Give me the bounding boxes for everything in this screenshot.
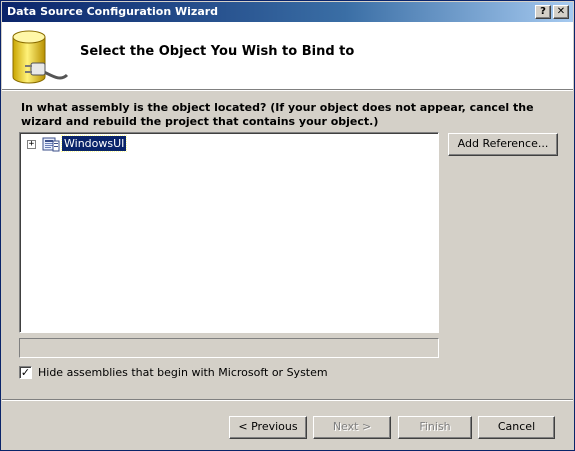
- footer-divider-highlight: [2, 400, 573, 401]
- assembly-icon: [42, 137, 60, 152]
- cancel-button[interactable]: Cancel: [478, 416, 555, 439]
- assembly-prompt: In what assembly is the object located? …: [21, 101, 534, 128]
- page-title: Select the Object You Wish to Bind to: [80, 44, 355, 59]
- header-divider: [2, 90, 573, 91]
- finish-button[interactable]: Finish: [398, 416, 472, 439]
- hide-assemblies-checkbox[interactable]: ✓: [19, 366, 32, 379]
- close-button[interactable]: ✕: [553, 5, 569, 19]
- next-button[interactable]: Next >: [313, 416, 391, 439]
- wizard-header: Select the Object You Wish to Bind to: [2, 22, 573, 90]
- tree-item-label[interactable]: WindowsUI: [60, 135, 128, 152]
- window-title: Data Source Configuration Wizard: [7, 5, 219, 18]
- expand-icon[interactable]: +: [27, 140, 36, 149]
- help-button[interactable]: ?: [535, 5, 551, 19]
- description-box: [19, 338, 439, 358]
- database-plug-icon: [12, 30, 69, 84]
- title-bar[interactable]: Data Source Configuration Wizard ? ✕: [2, 2, 573, 22]
- add-reference-button[interactable]: Add Reference...: [448, 133, 558, 156]
- previous-button[interactable]: < Previous: [229, 416, 307, 439]
- assembly-tree[interactable]: + WindowsUI: [19, 132, 439, 333]
- hide-assemblies-label[interactable]: Hide assemblies that begin with Microsof…: [38, 366, 328, 379]
- wizard-window: Data Source Configuration Wizard ? ✕ Sel…: [0, 0, 575, 451]
